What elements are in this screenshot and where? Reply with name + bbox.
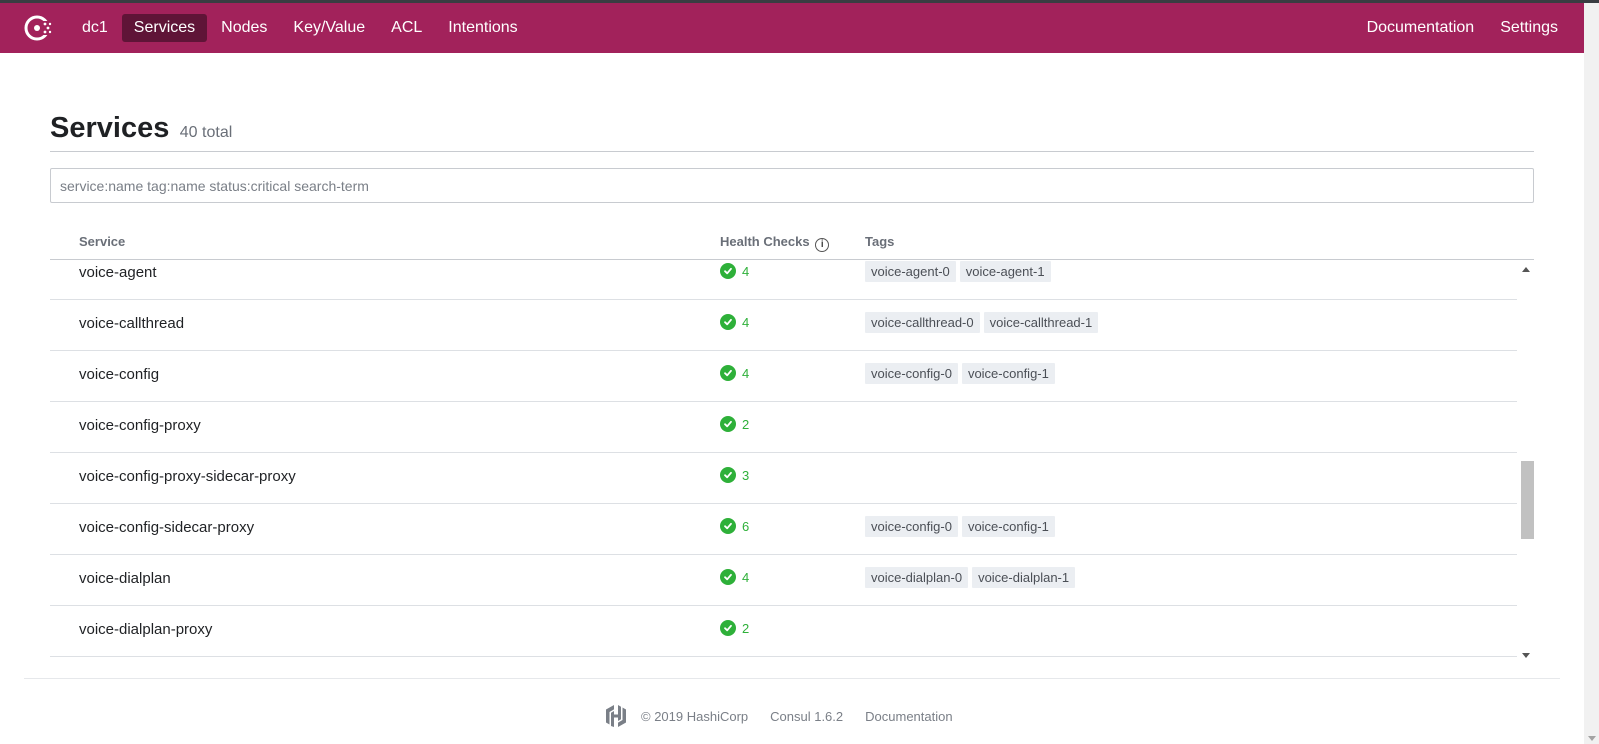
passing-check-icon (720, 365, 736, 381)
tag-badge: voice-dialplan-1 (972, 567, 1076, 588)
health-checks: 4 (720, 569, 749, 585)
passing-check-icon (720, 518, 736, 534)
health-checks: 4 (720, 263, 749, 279)
tag-badge: voice-config-0 (865, 363, 958, 384)
nav-nodes[interactable]: Nodes (209, 14, 279, 42)
service-tags: voice-callthread-0 voice-callthread-1 (865, 312, 1102, 333)
table-row[interactable]: voice-dialplan-proxy 2 (50, 605, 1517, 657)
services-table: voice-agent 4 voice-agent-0 voice-agent-1 vo… (50, 261, 1534, 664)
tag-badge: voice-callthread-1 (983, 312, 1099, 333)
page-title: Services (50, 112, 170, 144)
service-tags: voice-config-0 voice-config-1 (865, 516, 1059, 537)
table-scrollbar[interactable] (1517, 261, 1534, 664)
top-navbar: dc1 Services Nodes Key/Value ACL Intenti… (0, 3, 1584, 53)
passing-check-icon (720, 416, 736, 432)
table-row[interactable]: voice-config 4 voice-config-0 voice-config-… (50, 350, 1517, 402)
tag-badge: voice-config-1 (961, 516, 1055, 537)
info-icon[interactable]: i (815, 238, 830, 252)
hashicorp-logo-icon (606, 705, 626, 727)
table-row[interactable]: voice-config-proxy 2 (50, 401, 1517, 453)
scroll-thumb[interactable] (1521, 461, 1534, 539)
table-row[interactable]: voice-agent 4 voice-agent-0 voice-agent-1 (50, 261, 1517, 300)
scroll-up-icon[interactable] (1522, 267, 1530, 272)
consul-logo-icon[interactable] (22, 11, 56, 45)
service-name[interactable]: voice-config-proxy (79, 417, 201, 434)
column-service[interactable]: Service (79, 234, 125, 249)
health-checks: 3 (720, 467, 749, 483)
health-check-count: 6 (742, 518, 750, 534)
table-header: Service Health Checks i Tags (50, 228, 1534, 260)
tag-badge: voice-callthread-0 (865, 312, 980, 333)
passing-check-icon (720, 263, 736, 279)
tag-badge: voice-agent-1 (959, 261, 1051, 282)
health-check-count: 4 (742, 365, 750, 381)
nav-acl[interactable]: ACL (379, 14, 434, 42)
column-health-label: Health Checks (720, 234, 810, 249)
nav-services[interactable]: Services (121, 14, 208, 42)
table-row[interactable]: voice-dialplan 4 voice-dialplan-0 voice-dia… (50, 554, 1517, 606)
nav-intentions[interactable]: Intentions (436, 14, 529, 42)
column-tags: Tags (865, 234, 895, 249)
table-row[interactable]: voice-config-sidecar-proxy 6 voice-config-… (50, 503, 1517, 555)
service-name[interactable]: voice-config-sidecar-proxy (79, 519, 254, 536)
table-row[interactable]: voice-config-proxy-sidecar-proxy 3 (50, 452, 1517, 504)
footer-documentation-link[interactable]: Documentation (865, 709, 952, 724)
service-tags: voice-config-0 voice-config-1 (865, 363, 1059, 384)
health-checks: 2 (720, 416, 749, 432)
table-row[interactable]: voice-callthread 4 voice-callthread-0 voice… (50, 299, 1517, 351)
tag-badge: voice-config-0 (865, 516, 958, 537)
service-name[interactable]: voice-config-proxy-sidecar-proxy (79, 468, 296, 485)
service-tags: voice-dialplan-0 voice-dialplan-1 (865, 567, 1079, 588)
tag-badge: voice-agent-0 (865, 261, 956, 282)
health-check-count: 4 (742, 569, 750, 585)
tag-badge: voice-config-1 (961, 363, 1055, 384)
service-name[interactable]: voice-agent (79, 264, 157, 281)
health-checks: 4 (720, 365, 749, 381)
datacenter-selector[interactable]: dc1 (70, 14, 120, 42)
health-checks: 2 (720, 620, 749, 636)
passing-check-icon (720, 620, 736, 636)
page-scrollbar[interactable] (1584, 3, 1599, 744)
health-check-count: 4 (742, 263, 750, 279)
service-name[interactable]: voice-dialplan (79, 570, 171, 587)
service-name[interactable]: voice-callthread (79, 315, 184, 332)
footer: © 2019 HashiCorp Consul 1.6.2 Documentat… (605, 704, 975, 728)
service-name[interactable]: voice-dialplan-proxy (79, 621, 212, 638)
search-input[interactable] (50, 168, 1534, 203)
scroll-down-icon[interactable] (1522, 653, 1530, 658)
health-checks: 4 (720, 314, 749, 330)
nav-key-value[interactable]: Key/Value (281, 14, 377, 42)
service-tags: voice-agent-0 voice-agent-1 (865, 261, 1055, 282)
column-health-checks: Health Checks i (720, 234, 830, 252)
page-header: Services 40 total (50, 112, 1534, 152)
health-check-count: 3 (742, 467, 750, 483)
passing-check-icon (720, 467, 736, 483)
page-scroll-down-icon[interactable] (1588, 736, 1596, 741)
footer-divider (24, 678, 1560, 679)
service-name[interactable]: voice-config (79, 366, 159, 383)
health-checks: 6 (720, 518, 749, 534)
health-check-count: 2 (742, 620, 750, 636)
health-check-count: 4 (742, 314, 750, 330)
passing-check-icon (720, 314, 736, 330)
services-total: 40 total (179, 124, 233, 141)
footer-version: Consul 1.6.2 (770, 708, 844, 724)
passing-check-icon (720, 569, 736, 585)
nav-settings[interactable]: Settings (1488, 14, 1570, 42)
health-check-count: 2 (742, 416, 750, 432)
footer-copyright: © 2019 HashiCorp (641, 708, 749, 724)
nav-documentation[interactable]: Documentation (1355, 14, 1487, 42)
tag-badge: voice-dialplan-0 (865, 567, 969, 588)
